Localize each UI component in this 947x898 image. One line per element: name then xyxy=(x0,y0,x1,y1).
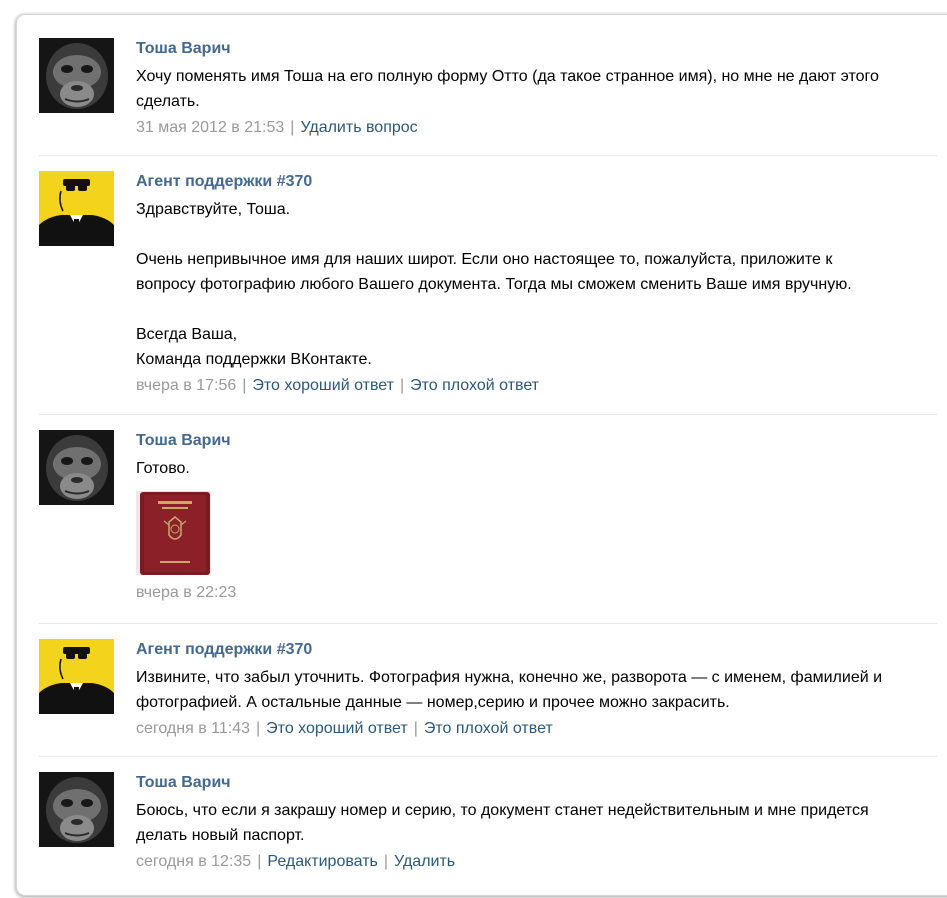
message-meta: сегодня в 11:43 | Это хороший ответ | Это пл… xyxy=(136,719,936,739)
meta-separator: | xyxy=(413,720,418,737)
message-line: Очень непривычное имя для наших широт. Е… xyxy=(136,251,833,268)
user-avatar[interactable] xyxy=(39,430,114,505)
chimp-avatar-icon xyxy=(39,430,114,505)
edit-link[interactable]: Редактировать xyxy=(267,853,378,870)
bad-answer-link[interactable]: Это плохой ответ xyxy=(410,377,539,394)
message-meta: 31 мая 2012 в 21:53 | Удалить вопрос xyxy=(136,118,936,138)
message-timestamp: сегодня в 12:35 xyxy=(136,853,252,870)
message-divider xyxy=(39,155,937,156)
message-text: Здравствуйте, Тоша. Очень непривычное им… xyxy=(136,192,936,372)
meta-separator: | xyxy=(383,853,389,870)
message-author[interactable]: Тоша Варич xyxy=(136,38,936,59)
message-line: вопросу фотографию любого Вашего докумен… xyxy=(136,276,852,293)
message-divider xyxy=(39,756,937,757)
agent-avatar[interactable] xyxy=(39,639,114,714)
message-text: Готово. xyxy=(136,451,936,481)
message-meta: сегодня в 12:35 | Редактировать | Удалить xyxy=(136,852,936,872)
message-line: Боюсь, что если я закрашу номер и серию,… xyxy=(136,802,869,819)
meta-separator: | xyxy=(242,377,247,394)
passport-photo-attachment[interactable] xyxy=(136,491,211,575)
message-line: делать новый паспорт. xyxy=(136,827,305,844)
message-author[interactable]: Тоша Варич xyxy=(136,430,936,451)
meta-separator: | xyxy=(290,119,295,136)
agent-avatar[interactable] xyxy=(39,171,114,246)
message-line: Всегда Ваша, xyxy=(136,326,238,343)
chimp-avatar-icon xyxy=(39,772,114,847)
message-timestamp: 31 мая 2012 в 21:53 xyxy=(136,119,285,136)
message-line: Готово. xyxy=(136,460,190,477)
message-author[interactable]: Тоша Варич xyxy=(136,772,936,793)
good-answer-link[interactable]: Это хороший ответ xyxy=(252,377,394,394)
delete-question-link[interactable]: Удалить вопрос xyxy=(300,119,417,136)
message-timestamp: сегодня в 11:43 xyxy=(136,720,251,737)
message-timestamp: вчера в 22:23 xyxy=(136,584,237,601)
message-author[interactable]: Агент поддержки #370 xyxy=(136,171,936,192)
message-text: Боюсь, что если я закрашу номер и серию,… xyxy=(136,793,936,848)
message-text: Извините, что забыл уточнить. Фотография… xyxy=(136,660,936,715)
message-line-empty xyxy=(136,297,936,322)
agent-avatar-icon xyxy=(39,639,114,714)
message-meta: вчера в 17:56 | Это хороший ответ | Это плох… xyxy=(136,376,936,396)
meta-separator: | xyxy=(257,853,262,870)
message-line: сделать. xyxy=(136,93,200,110)
meta-separator: | xyxy=(399,377,405,394)
agent-avatar-icon xyxy=(39,171,114,246)
passport-image xyxy=(136,491,211,575)
delete-link[interactable]: Удалить xyxy=(394,853,455,870)
user-avatar[interactable] xyxy=(39,38,114,113)
message-line: Команда поддержки ВКонтакте. xyxy=(136,351,372,368)
message-line: Здравствуйте, Тоша. xyxy=(136,201,291,218)
message-timestamp: вчера в 17:56 xyxy=(136,377,237,394)
message-author[interactable]: Агент поддержки #370 xyxy=(136,639,936,660)
message-line: фотографией. А остальные данные — номер,… xyxy=(136,694,730,711)
message-meta: вчера в 22:23 xyxy=(136,583,936,603)
message-divider xyxy=(39,414,937,415)
good-answer-link[interactable]: Это хороший ответ xyxy=(266,720,408,737)
message-line: Хочу поменять имя Тоша на его полную фор… xyxy=(136,68,879,85)
message-text: Хочу поменять имя Тоша на его полную фор… xyxy=(136,59,936,114)
user-avatar[interactable] xyxy=(39,772,114,847)
message-line-empty xyxy=(136,222,936,247)
chimp-avatar-icon xyxy=(39,38,114,113)
message-line: Извините, что забыл уточнить. Фотография… xyxy=(136,669,883,686)
bad-answer-link[interactable]: Это плохой ответ xyxy=(424,720,553,737)
message-divider xyxy=(39,623,937,624)
meta-separator: | xyxy=(256,720,261,737)
